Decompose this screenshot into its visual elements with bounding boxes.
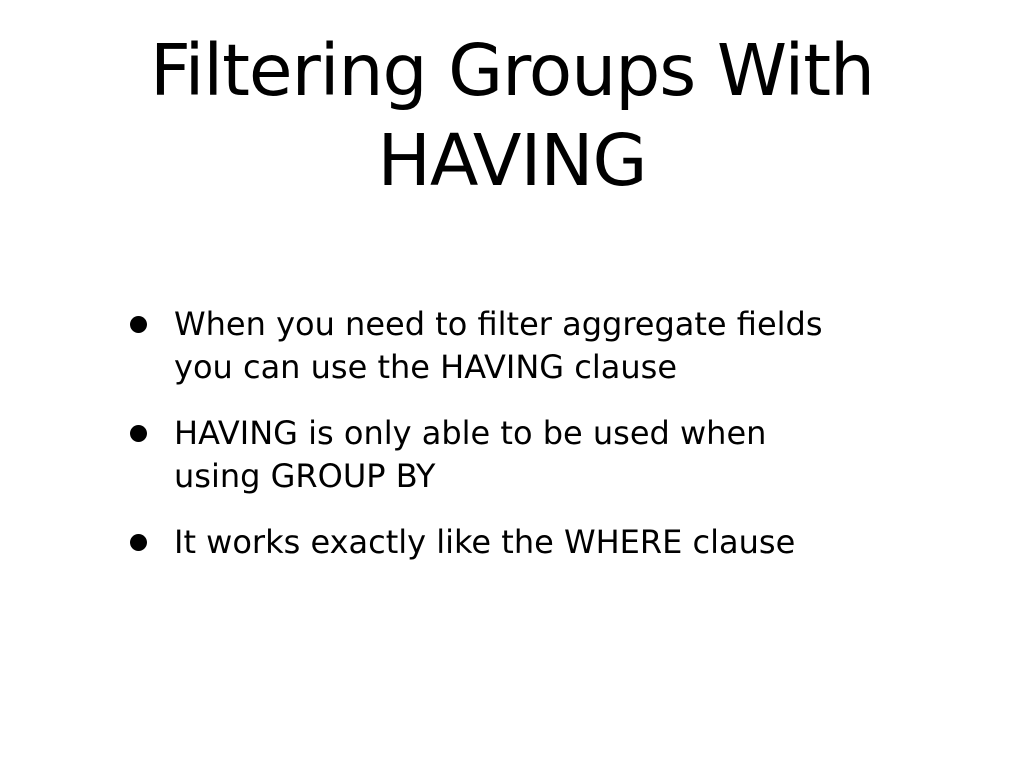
bullet-text-line-1: It works exactly like the WHERE clause [174,523,796,561]
slide-title-line-1: Filtering Groups With [149,29,875,112]
bullet-dot-icon [130,425,147,442]
bullet-item: HAVING is only able to be used when usin… [130,412,920,498]
bullet-item: It works exactly like the WHERE clause [130,521,920,564]
bullet-dot-icon [130,534,147,551]
slide-title: Filtering Groups With HAVING [0,26,1024,206]
bullet-list: When you need to filter aggregate fields… [130,303,920,587]
bullet-text-line-2: using GROUP BY [174,457,436,495]
bullet-dot-icon [130,316,147,333]
bullet-text-line-2: you can use the HAVING clause [174,348,677,386]
slide: Filtering Groups With HAVING When you ne… [0,0,1024,768]
bullet-text-line-1: HAVING is only able to be used when [174,414,767,452]
bullet-text-line-1: When you need to filter aggregate fields [174,305,823,343]
slide-title-line-2: HAVING [377,119,647,202]
bullet-item: When you need to filter aggregate fields… [130,303,920,389]
